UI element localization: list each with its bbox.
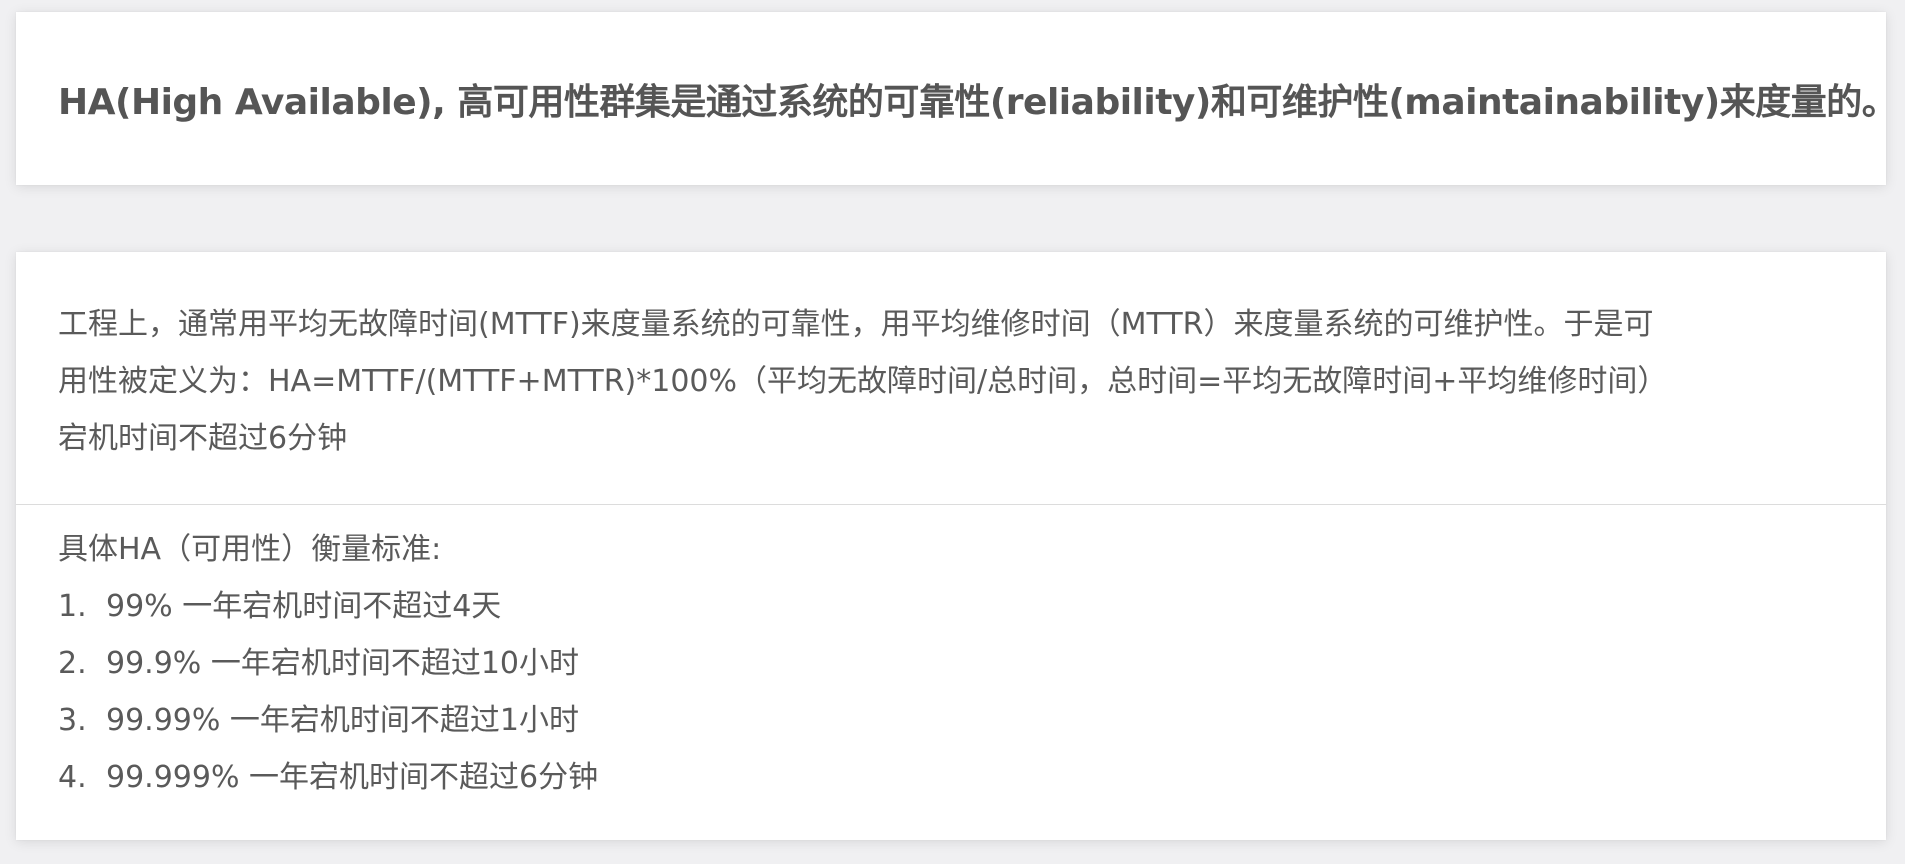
- list-item: 4. 99.999% 一年宕机时间不超过6分钟: [58, 749, 1826, 806]
- page-title: HA(High Available), 高可用性群集是通过系统的可靠性(reli…: [58, 81, 1898, 123]
- list-item-text: 99.9% 一年宕机时间不超过10小时: [106, 646, 580, 681]
- definition-line: 工程上，通常用平均无故障时间(MTTF)来度量系统的可靠性，用平均维修时间（MT…: [58, 307, 1654, 342]
- definition-line: 宕机时间不超过6分钟: [58, 421, 348, 456]
- definition-line: 用性被定义为：HA=MTTF/(MTTF+MTTR)*100%（平均无故障时间/…: [58, 364, 1668, 399]
- definition-section: 工程上，通常用平均无故障时间(MTTF)来度量系统的可靠性，用平均维修时间（MT…: [16, 252, 1886, 505]
- list-item-number: 2.: [58, 646, 87, 681]
- list-item-number: 3.: [58, 703, 87, 738]
- content-card: 工程上，通常用平均无故障时间(MTTF)来度量系统的可靠性，用平均维修时间（MT…: [16, 252, 1886, 840]
- list-item-number: 4.: [58, 760, 87, 795]
- list-item-text: 99% 一年宕机时间不超过4天: [106, 589, 502, 624]
- list-item: 2. 99.9% 一年宕机时间不超过10小时: [58, 635, 1826, 692]
- title-card: HA(High Available), 高可用性群集是通过系统的可靠性(reli…: [16, 12, 1898, 185]
- list-item-text: 99.99% 一年宕机时间不超过1小时: [106, 703, 580, 738]
- standards-section: 具体HA（可用性）衡量标准: 1. 99% 一年宕机时间不超过4天 2. 99.9%…: [16, 505, 1886, 806]
- standards-list: 1. 99% 一年宕机时间不超过4天 2. 99.9% 一年宕机时间不超过10小时 …: [58, 578, 1826, 806]
- list-item: 1. 99% 一年宕机时间不超过4天: [58, 578, 1826, 635]
- list-item-text: 99.999% 一年宕机时间不超过6分钟: [106, 760, 599, 795]
- list-item: 3. 99.99% 一年宕机时间不超过1小时: [58, 692, 1826, 749]
- standards-subtitle: 具体HA（可用性）衡量标准:: [58, 532, 442, 567]
- list-item-number: 1.: [58, 589, 87, 624]
